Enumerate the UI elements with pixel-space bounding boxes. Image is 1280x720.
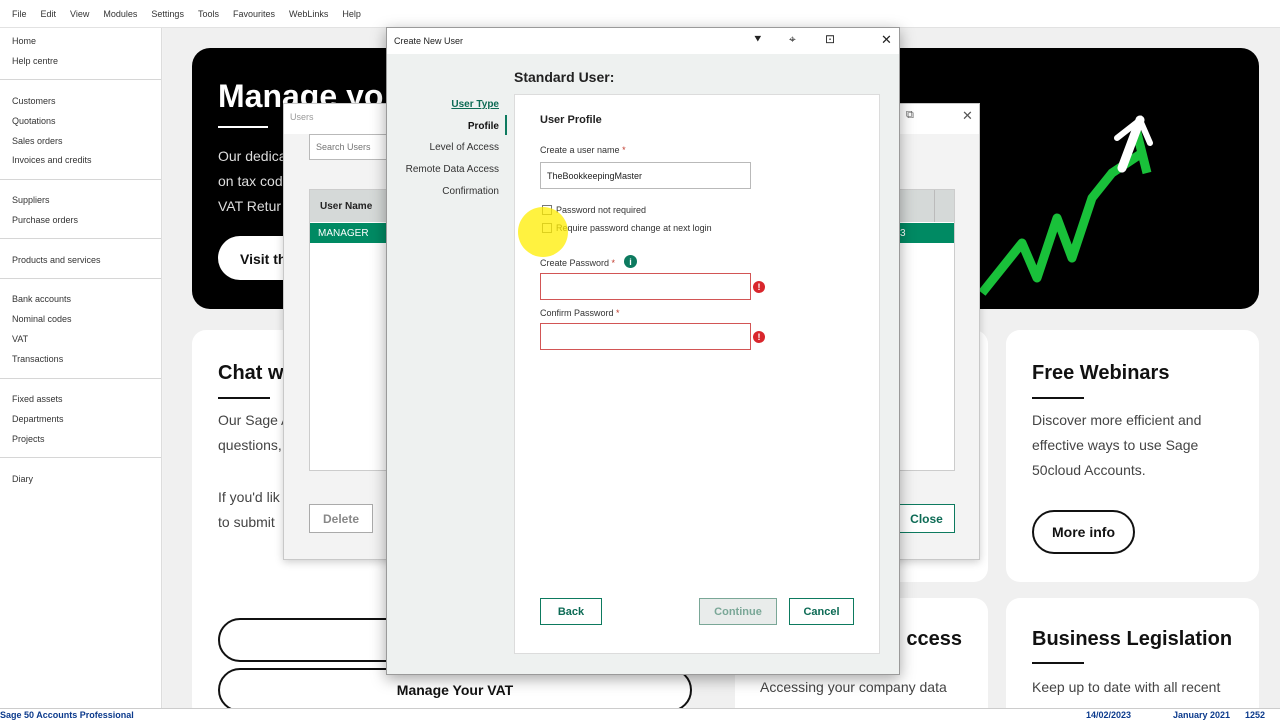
- nav-divider: [0, 378, 161, 379]
- webinars-title: Free Webinars: [1032, 362, 1170, 384]
- nav-divider: [0, 238, 161, 239]
- row-fragment: 3: [900, 228, 906, 239]
- close-button[interactable]: Close: [898, 504, 955, 533]
- nav-projects[interactable]: Projects: [12, 434, 45, 444]
- chat-text: Our Sage A questions,: [218, 412, 291, 453]
- hero-rule: [218, 126, 268, 128]
- target-icon[interactable]: ⌖: [789, 32, 796, 47]
- status-bar: Sage 50 Accounts Professional 14/02/2023…: [0, 708, 1280, 720]
- nav-home[interactable]: Home: [12, 36, 36, 46]
- webinars-card: Free Webinars Discover more efficient an…: [1006, 330, 1259, 582]
- menu-modules[interactable]: Modules: [103, 9, 137, 19]
- menu-bar: File Edit View Modules Settings Tools Fa…: [0, 0, 1280, 28]
- nav-help-centre[interactable]: Help centre: [12, 56, 58, 66]
- nav-transactions[interactable]: Transactions: [12, 354, 63, 364]
- column-divider: [934, 190, 935, 222]
- more-info-button[interactable]: More info: [1032, 510, 1135, 554]
- menu-settings[interactable]: Settings: [151, 9, 184, 19]
- share-icon[interactable]: ⯆: [753, 32, 763, 47]
- create-password-label: Create Password *: [540, 258, 616, 268]
- confirm-password-input[interactable]: [540, 323, 751, 350]
- error-icon: !: [753, 331, 765, 343]
- row-user-name: MANAGER: [318, 228, 369, 239]
- confirm-password-label: Confirm Password *: [540, 308, 620, 318]
- nav-divider: [0, 457, 161, 458]
- close-icon[interactable]: ✕: [962, 108, 973, 124]
- step-confirmation[interactable]: Confirmation: [442, 186, 499, 197]
- menu-edit[interactable]: Edit: [41, 9, 57, 19]
- webinars-rule: [1032, 397, 1084, 399]
- nav-sales-orders[interactable]: Sales orders: [12, 136, 63, 146]
- username-input[interactable]: [540, 162, 751, 189]
- step-profile[interactable]: Profile: [468, 121, 499, 132]
- restore-icon[interactable]: ⧉: [906, 109, 914, 122]
- create-new-user-dialog: Create New User ⯆ ⌖ ⊡ ✕ Standard User: U…: [386, 27, 900, 675]
- column-user-name[interactable]: User Name: [320, 201, 372, 212]
- nav-divider: [0, 278, 161, 279]
- step-user-type[interactable]: User Type: [451, 99, 499, 110]
- chat-rule: [218, 397, 270, 399]
- navigation-sidebar: Home Help centre Customers Quotations Sa…: [0, 28, 162, 708]
- nav-vat[interactable]: VAT: [12, 334, 28, 344]
- nav-purchase-orders[interactable]: Purchase orders: [12, 215, 78, 225]
- nav-invoices-credits[interactable]: Invoices and credits: [12, 155, 92, 165]
- nav-bank-accounts[interactable]: Bank accounts: [12, 294, 71, 304]
- chat-title: Chat wi: [218, 362, 290, 384]
- nav-products-services[interactable]: Products and services: [12, 255, 101, 265]
- active-step-indicator: [505, 115, 507, 135]
- menu-weblinks[interactable]: WebLinks: [289, 9, 328, 19]
- legislation-card: Business Legislation Keep up to date wit…: [1006, 598, 1259, 720]
- nav-divider: [0, 179, 161, 180]
- menu-tools[interactable]: Tools: [198, 9, 219, 19]
- status-period: January 2021: [1173, 710, 1231, 720]
- step-level-of-access[interactable]: Level of Access: [430, 142, 499, 153]
- password-not-required-label: Password not required: [556, 205, 647, 215]
- step-remote-data-access[interactable]: Remote Data Access: [406, 164, 499, 175]
- nav-departments[interactable]: Departments: [12, 414, 64, 424]
- nav-divider: [0, 79, 161, 80]
- menu-favourites[interactable]: Favourites: [233, 9, 275, 19]
- access-text: Accessing your company data: [760, 679, 947, 695]
- users-title: Users: [290, 112, 314, 122]
- chat-text-secondary: If you'd lik to submit: [218, 489, 280, 530]
- info-icon[interactable]: i: [624, 255, 637, 268]
- back-button[interactable]: Back: [540, 598, 602, 625]
- access-title: ccess: [906, 628, 962, 650]
- dialog-title: Create New User: [394, 36, 464, 46]
- cancel-button[interactable]: Cancel: [789, 598, 854, 625]
- legislation-rule: [1032, 662, 1084, 664]
- dialog-titlebar: Create New User ⯆ ⌖ ⊡ ✕: [387, 28, 899, 54]
- nav-diary[interactable]: Diary: [12, 474, 33, 484]
- nav-customers[interactable]: Customers: [12, 96, 56, 106]
- nav-fixed-assets[interactable]: Fixed assets: [12, 394, 63, 404]
- continue-button[interactable]: Continue: [699, 598, 777, 625]
- legislation-text: Keep up to date with all recent: [1032, 679, 1221, 695]
- require-change-label: Require password change at next login: [556, 223, 712, 233]
- status-product: Sage 50 Accounts Professional: [0, 710, 134, 720]
- create-password-input[interactable]: [540, 273, 751, 300]
- pin-icon[interactable]: ⊡: [825, 32, 835, 46]
- growth-arrow-graphic: [978, 115, 1153, 296]
- close-icon[interactable]: ✕: [881, 32, 892, 48]
- hero-text: Our dedica on tax cod VAT Retur: [218, 148, 287, 214]
- status-number: 1252: [1245, 710, 1266, 720]
- nav-nominal-codes[interactable]: Nominal codes: [12, 314, 72, 324]
- menu-help[interactable]: Help: [342, 9, 361, 19]
- menu-file[interactable]: File: [12, 9, 27, 19]
- delete-button[interactable]: Delete: [309, 504, 373, 533]
- legislation-title: Business Legislation: [1032, 628, 1233, 650]
- nav-suppliers[interactable]: Suppliers: [12, 195, 50, 205]
- error-icon: !: [753, 281, 765, 293]
- webinars-text: Discover more efficient and effective wa…: [1032, 412, 1202, 478]
- user-profile-panel: User Profile Create a user name * Passwo…: [514, 94, 880, 654]
- section-title: User Profile: [540, 114, 602, 126]
- menu-view[interactable]: View: [70, 9, 89, 19]
- nav-quotations[interactable]: Quotations: [12, 116, 56, 126]
- username-label: Create a user name *: [540, 145, 626, 155]
- search-users-input[interactable]: [309, 134, 389, 160]
- cursor-highlight: [518, 207, 568, 257]
- status-date: 14/02/2023: [1086, 710, 1132, 720]
- dialog-heading: Standard User:: [514, 69, 615, 85]
